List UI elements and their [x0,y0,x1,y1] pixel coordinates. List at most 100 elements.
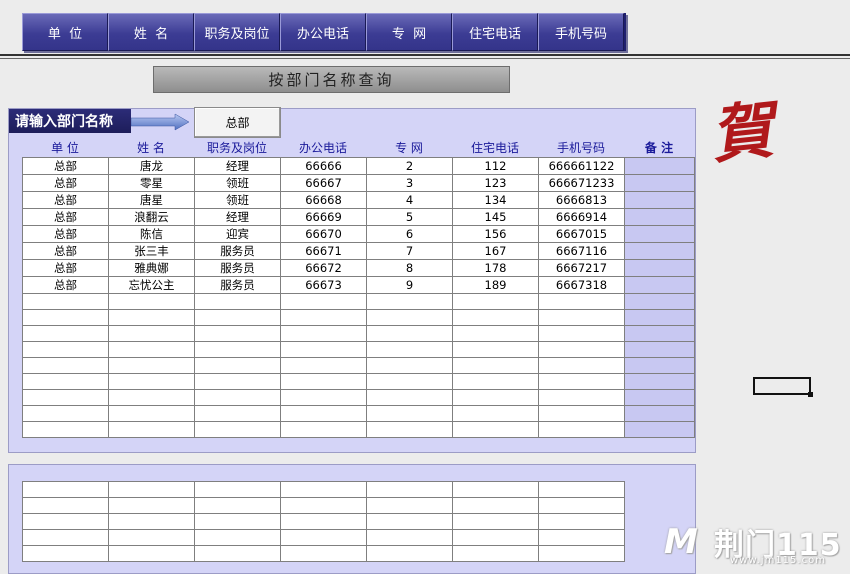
table-cell[interactable]: 66672 [280,259,367,277]
table-cell[interactable]: 134 [452,191,539,209]
table-cell[interactable] [366,325,453,342]
table-cell[interactable] [108,497,195,514]
table-cell[interactable]: 9 [366,276,453,294]
nav-button-position[interactable]: 职务及岗位 [194,13,280,51]
table-cell[interactable] [366,373,453,390]
table-cell[interactable]: 66670 [280,225,367,243]
table-cell[interactable]: 唐星 [108,191,195,209]
table-cell[interactable]: 66671 [280,242,367,260]
note-cell[interactable] [624,191,695,209]
table-cell[interactable]: 总部 [22,259,109,277]
table-cell[interactable] [22,309,109,326]
note-cell[interactable] [624,405,695,422]
table-cell[interactable]: 6667217 [538,259,625,277]
table-cell[interactable]: 6666813 [538,191,625,209]
note-cell[interactable] [624,208,695,226]
table-cell[interactable] [194,497,281,514]
table-cell[interactable]: 总部 [22,174,109,192]
table-cell[interactable] [108,293,195,310]
table-cell[interactable] [366,481,453,498]
table-cell[interactable] [108,405,195,422]
table-cell[interactable]: 张三丰 [108,242,195,260]
table-cell[interactable] [194,325,281,342]
table-cell[interactable]: 66668 [280,191,367,209]
nav-button-unit[interactable]: 单 位 [22,13,108,51]
table-cell[interactable] [452,309,539,326]
note-cell[interactable] [624,373,695,390]
table-cell[interactable]: 经理 [194,157,281,175]
table-cell[interactable]: 迎宾 [194,225,281,243]
table-cell[interactable]: 服务员 [194,276,281,294]
note-cell[interactable] [624,357,695,374]
table-cell[interactable] [452,405,539,422]
table-cell[interactable] [366,421,453,438]
table-cell[interactable] [108,357,195,374]
table-cell[interactable] [538,389,625,406]
table-cell[interactable] [538,513,625,530]
table-cell[interactable] [22,389,109,406]
table-cell[interactable] [280,497,367,514]
table-cell[interactable] [452,497,539,514]
table-cell[interactable] [452,293,539,310]
table-cell[interactable] [194,421,281,438]
table-cell[interactable] [194,293,281,310]
fill-handle[interactable] [808,392,813,397]
table-cell[interactable] [452,357,539,374]
table-cell[interactable]: 123 [452,174,539,192]
table-cell[interactable]: 零星 [108,174,195,192]
note-cell[interactable] [624,293,695,310]
table-cell[interactable] [452,373,539,390]
table-cell[interactable]: 忘忧公主 [108,276,195,294]
table-cell[interactable] [194,405,281,422]
table-cell[interactable] [22,513,109,530]
table-cell[interactable] [366,405,453,422]
table-cell[interactable]: 唐龙 [108,157,195,175]
table-cell[interactable]: 66667 [280,174,367,192]
table-cell[interactable] [280,405,367,422]
table-cell[interactable]: 167 [452,242,539,260]
table-cell[interactable] [22,529,109,546]
table-cell[interactable]: 领班 [194,191,281,209]
table-cell[interactable] [280,309,367,326]
table-cell[interactable]: 总部 [22,157,109,175]
table-cell[interactable] [194,513,281,530]
table-cell[interactable]: 6 [366,225,453,243]
table-cell[interactable] [22,293,109,310]
note-cell[interactable] [624,174,695,192]
table-cell[interactable] [366,497,453,514]
table-cell[interactable] [280,293,367,310]
table-cell[interactable] [108,421,195,438]
nav-button-private-net[interactable]: 专 网 [366,13,452,51]
table-cell[interactable]: 6666914 [538,208,625,226]
table-cell[interactable] [280,513,367,530]
table-cell[interactable] [22,421,109,438]
note-cell[interactable] [624,242,695,260]
table-cell[interactable] [452,341,539,358]
table-cell[interactable] [280,357,367,374]
table-cell[interactable]: 666671233 [538,174,625,192]
table-cell[interactable] [280,373,367,390]
table-cell[interactable] [538,481,625,498]
table-cell[interactable]: 3 [366,174,453,192]
table-cell[interactable] [538,309,625,326]
table-cell[interactable] [194,545,281,562]
table-cell[interactable] [280,325,367,342]
table-cell[interactable] [280,529,367,546]
note-cell[interactable] [624,389,695,406]
table-cell[interactable] [366,293,453,310]
table-cell[interactable] [108,545,195,562]
table-cell[interactable] [280,421,367,438]
table-cell[interactable]: 66673 [280,276,367,294]
table-cell[interactable] [22,341,109,358]
note-cell[interactable] [624,421,695,438]
table-cell[interactable]: 666661122 [538,157,625,175]
table-cell[interactable]: 服务员 [194,242,281,260]
table-cell[interactable] [538,529,625,546]
table-cell[interactable] [22,497,109,514]
table-cell[interactable] [366,357,453,374]
table-cell[interactable]: 2 [366,157,453,175]
table-cell[interactable]: 总部 [22,276,109,294]
table-cell[interactable] [108,341,195,358]
note-cell[interactable] [624,276,695,294]
table-cell[interactable] [194,341,281,358]
